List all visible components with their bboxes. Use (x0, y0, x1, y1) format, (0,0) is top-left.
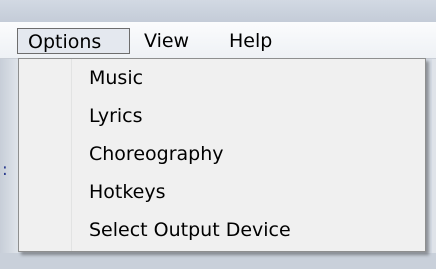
menu-help[interactable]: Help (223, 28, 278, 54)
menu-view[interactable]: View (138, 28, 195, 54)
menu-item-lyrics[interactable]: Lyrics (89, 101, 143, 131)
menu-icon-gutter (19, 59, 72, 251)
menu-options[interactable]: Options (17, 28, 130, 54)
window-background-top (0, 0, 436, 22)
menu-item-choreography[interactable]: Choreography (89, 139, 224, 169)
menu-item-select-output-device[interactable]: Select Output Device (89, 215, 291, 245)
options-dropdown-menu: Music Lyrics Choreography Hotkeys Select… (18, 58, 426, 252)
menu-item-music[interactable]: Music (89, 63, 143, 93)
menu-item-hotkeys[interactable]: Hotkeys (89, 177, 166, 207)
window-background-right (432, 59, 436, 269)
background-partial-text: : (2, 160, 8, 180)
window-background-bottom (0, 253, 436, 269)
menu-bar: Options View Help (0, 22, 436, 59)
